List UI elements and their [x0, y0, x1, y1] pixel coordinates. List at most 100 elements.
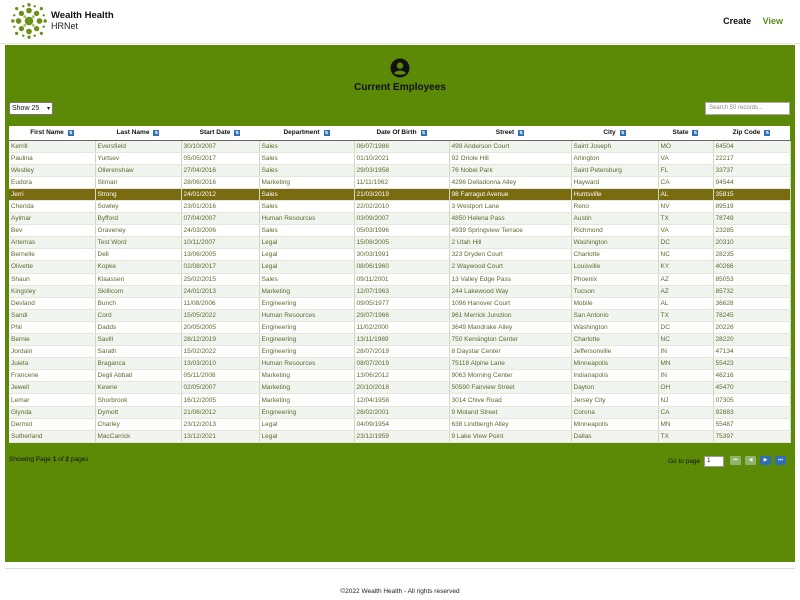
column-header-label: Zip Code — [732, 129, 761, 137]
previous-page-button[interactable]: ◀ — [745, 456, 756, 465]
column-header[interactable]: First Name ⇅ — [9, 126, 95, 141]
table-cell: 10/11/2007 — [181, 236, 260, 250]
table-cell: NC — [658, 333, 714, 347]
table-row[interactable]: Devland Bunch 11/08/2006 Engineering 09/05/1… — [9, 297, 791, 310]
first-page-button[interactable]: ⏮ — [730, 456, 741, 465]
table-cell: 07305 — [713, 393, 791, 407]
table-cell: 92883 — [713, 406, 791, 419]
table-row[interactable]: Jordain Sarath 15/02/2022 Engineering 28/07/… — [9, 345, 791, 359]
table-row[interactable]: Bev Graveney 24/03/2006 Sales 05/03/1996 4939… — [9, 224, 791, 238]
table-row[interactable]: Shaun Klaassen 25/02/2015 Sales 09/11/2001 13… — [9, 273, 791, 286]
column-header[interactable]: Zip Code ⇅ — [713, 126, 790, 141]
column-header[interactable]: Start Date ⇅ — [181, 126, 259, 141]
table-cell: Legal — [259, 260, 355, 274]
table-cell: Human Resources — [259, 309, 355, 322]
table-cell: Westley — [9, 164, 96, 177]
column-header[interactable]: City ⇅ — [571, 126, 658, 141]
table-row[interactable]: Bernelle Dell 13/06/2005 Legal 30/03/1991 323… — [9, 248, 791, 262]
table-cell: Engineering — [259, 297, 355, 310]
entries-select[interactable]: Show 25 ▾ — [9, 102, 53, 115]
table-cell: 25/02/2015 — [181, 273, 260, 286]
table-cell: Marketing — [259, 381, 355, 395]
table-cell: Dallas — [571, 430, 659, 443]
table-cell: CA — [658, 176, 714, 189]
table-row[interactable]: Kerrill Eversfield 30/10/2007 Sales 06/07/19… — [9, 140, 791, 153]
table-cell: 09/05/1977 — [354, 297, 450, 310]
table-cell: 638 Lindbergh Alley — [449, 418, 572, 431]
sort-icon[interactable]: ⇅ — [153, 129, 160, 136]
brand[interactable]: Wealth Health HRNet — [10, 2, 114, 40]
table-row[interactable]: Francene Degli Abbati 05/11/2008 Marketing 1… — [9, 369, 791, 383]
table-row[interactable]: Artemas Test Word 10/11/2007 Legal 15/08/200… — [9, 236, 791, 250]
goto-page-input[interactable]: 1 — [704, 456, 725, 467]
last-page-button[interactable]: ⏭ — [775, 456, 786, 465]
footer-copyright: ©2022 Wealth Health - All rights reserve… — [340, 588, 460, 595]
table-row[interactable]: Kingsley Skillicorn 24/01/2013 Marketing 12/… — [9, 285, 791, 298]
table-cell: Arlington — [571, 152, 659, 165]
table-cell: Sliman — [95, 176, 182, 189]
table-cell: Minneapolis — [571, 418, 659, 431]
sort-icon[interactable]: ⇅ — [764, 129, 771, 136]
table-cell: Kewne — [95, 381, 182, 395]
sort-icon[interactable]: ⇅ — [692, 129, 699, 136]
table-cell: Sales — [259, 224, 355, 238]
table-row[interactable]: Westley Ollerenshaw 27/04/2016 Sales 29/03/1… — [9, 164, 791, 177]
table-cell: AL — [658, 297, 714, 310]
table-cell: Jewell — [9, 381, 96, 395]
goto-page: Go to page 1 — [668, 456, 725, 467]
table-cell: 4296 Delladonna Alley — [449, 176, 572, 189]
table-cell: Marketing — [259, 176, 355, 189]
table-cell: Richmond — [571, 224, 659, 238]
table-cell: 4850 Helena Pass — [449, 212, 572, 226]
nav-create-link[interactable]: Create — [723, 16, 751, 26]
table-row[interactable]: Bernie Savill 28/12/2019 Engineering 13/11/1… — [9, 333, 791, 347]
column-header[interactable]: Date Of Birth ⇅ — [354, 126, 449, 141]
table-cell: 28/02/2001 — [354, 406, 450, 419]
sort-icon[interactable]: ⇅ — [234, 129, 241, 136]
table-cell: AL — [658, 188, 714, 201]
sort-icon[interactable]: ⇅ — [67, 129, 74, 136]
column-header[interactable]: State ⇅ — [658, 126, 713, 141]
table-cell: Dayton — [571, 381, 659, 395]
sort-icon[interactable]: ⇅ — [619, 129, 626, 136]
table-cell: Sales — [259, 188, 355, 201]
nav-view-link[interactable]: View — [763, 16, 783, 26]
column-header[interactable]: Department ⇅ — [259, 126, 354, 141]
table-row[interactable]: Phil Dadds 20/05/2005 Engineering 11/02/2000… — [9, 321, 791, 335]
table-row[interactable]: Aylmar Byfford 07/04/2007 Human Resources 03… — [9, 212, 791, 226]
table-row[interactable]: Lemar Shorbrook 16/12/2005 Marketing 12/04/1… — [9, 393, 791, 407]
table-row[interactable]: Dermot Charley 23/12/2013 Legal 04/09/1954 63… — [9, 418, 791, 431]
column-header-label: Department — [283, 129, 320, 137]
table-row[interactable]: Paulina Yurtsev 05/05/2017 Sales 01/10/2021 9… — [9, 152, 791, 165]
table-cell: 24/01/2012 — [181, 188, 260, 201]
sort-icon[interactable]: ⇅ — [518, 129, 525, 136]
search-input[interactable]: Search 50 records... — [705, 102, 790, 115]
table-row[interactable]: Sandi Cord 15/05/2022 Human Resources 29/07/… — [9, 309, 791, 322]
table-row[interactable]: Sutherland MacCarrick 13/12/2021 Legal 23/12… — [9, 430, 791, 443]
table-cell: FL — [658, 164, 714, 177]
table-row[interactable]: Juieta Braganca 13/03/2010 Human Resources 0… — [9, 357, 791, 371]
sort-icon[interactable]: ⇅ — [420, 129, 427, 136]
table-row[interactable]: Eudora Sliman 28/06/2016 Marketing 11/11/196… — [9, 176, 791, 189]
table-body: Kerrill Eversfield 30/10/2007 Sales 06/07/19… — [9, 140, 791, 443]
table-row[interactable]: Jerri Strong 24/01/2012 Sales 21/03/2019 98 F… — [9, 188, 791, 201]
table-cell: Kopke — [95, 260, 182, 274]
table-cell: DC — [658, 236, 714, 250]
table-cell: 02/08/2017 — [181, 260, 260, 274]
table-row[interactable]: Olivette Kopke 02/08/2017 Legal 08/06/1960 2 … — [9, 260, 791, 274]
table-cell: 961 Merrick Junction — [449, 309, 572, 322]
table-row[interactable]: Glynda Dymott 21/08/2012 Engineering 28/02/2… — [9, 406, 791, 419]
table-cell: Sales — [259, 140, 355, 153]
table-cell: MO — [658, 140, 714, 153]
next-page-button[interactable]: ▶ — [760, 456, 771, 465]
column-header[interactable]: Last Name ⇅ — [95, 126, 181, 141]
sort-icon[interactable]: ⇅ — [323, 129, 330, 136]
table-row[interactable]: Jewell Kewne 02/05/2007 Marketing 20/10/2018… — [9, 381, 791, 395]
table-cell: Minneapolis — [571, 357, 659, 371]
column-header[interactable]: Street ⇅ — [449, 126, 571, 141]
table-cell: 13/12/2021 — [181, 430, 260, 443]
table-cell: Marketing — [259, 369, 355, 383]
table-row[interactable]: Cherida Sowley 23/01/2016 Sales 22/02/2010 3 … — [9, 200, 791, 214]
table-cell: 1096 Hanover Court — [449, 297, 572, 310]
entries-select-value: Show 25 — [12, 105, 40, 112]
